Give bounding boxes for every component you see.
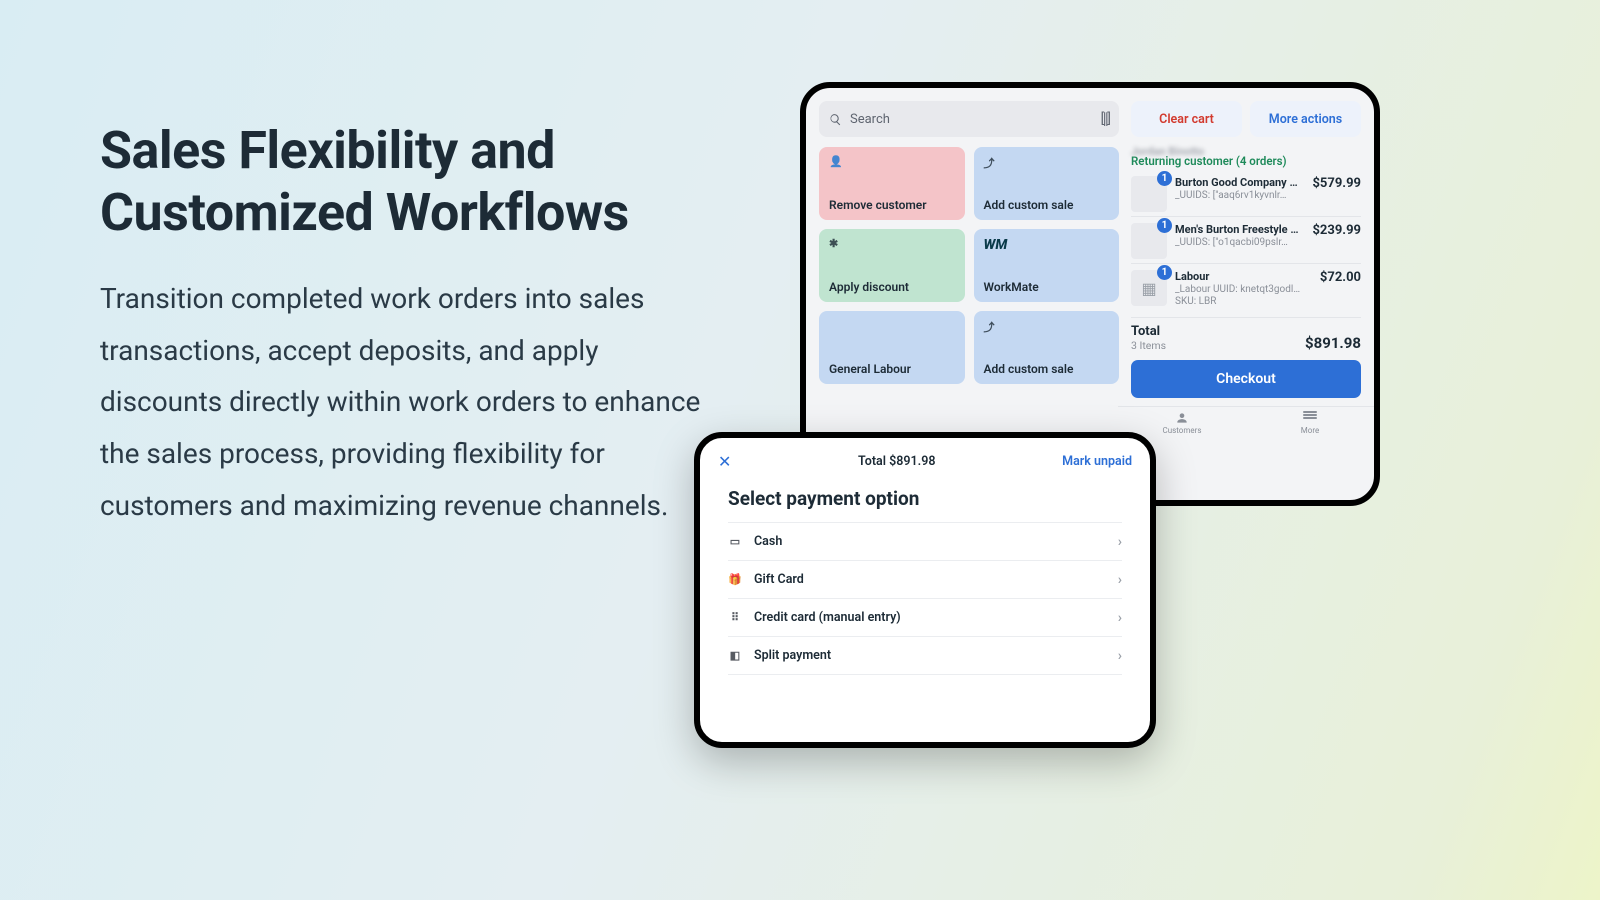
item-info: Burton Good Company Camber…_UUIDS: ["aaq…: [1175, 176, 1304, 202]
action-tiles: 👤 Remove customer ⤴ Add custom sale ✱ Apply d…: [819, 147, 1119, 384]
gift-card-icon: 🎁: [728, 573, 742, 586]
cart-item[interactable]: ▦1Labour_Labour UUID: knetqt3godl…SKU: L…: [1131, 263, 1361, 309]
payment-total: Total $891.98: [858, 454, 935, 469]
upload-icon: ⤴: [984, 319, 1110, 335]
item-uuid: _UUIDS: ["o1qacbi09pslr…: [1175, 237, 1304, 250]
nav-customers[interactable]: Customers: [1118, 411, 1246, 435]
tile-label: Apply discount: [829, 280, 955, 294]
qty-badge: 1: [1157, 171, 1172, 186]
cart-item[interactable]: 1 Burton Good Company Camber…_UUIDS: ["aa…: [1131, 176, 1361, 212]
mark-unpaid-button[interactable]: Mark unpaid: [1062, 454, 1132, 469]
search-input[interactable]: Search [∥]: [819, 101, 1119, 137]
item-uuid: _UUIDS: ["aaq6rv1kyvnlr…: [1175, 190, 1304, 203]
item-price: $579.99: [1312, 176, 1361, 191]
item-price: $239.99: [1312, 223, 1361, 238]
tile-general-labour[interactable]: General Labour: [819, 311, 965, 384]
payment-option-split-payment[interactable]: ◧ Split payment ›: [728, 637, 1122, 675]
split-icon: ◧: [728, 649, 742, 662]
tile-label: Add custom sale: [984, 198, 1110, 212]
total-value: $891.98: [1305, 334, 1361, 352]
hamburger-icon: [1303, 411, 1317, 425]
nav-more[interactable]: More: [1246, 411, 1374, 435]
tile-label: WorkMate: [984, 280, 1110, 294]
item-uuid: _Labour UUID: knetqt3godl…: [1175, 284, 1312, 297]
page-title: Sales Flexibility and Customized Workflo…: [100, 120, 720, 245]
payment-heading: Select payment option: [718, 481, 1132, 522]
item-name: Men's Burton Freestyle Re:Flex S…: [1175, 223, 1304, 237]
item-info: Labour_Labour UUID: knetqt3godl…SKU: LBR: [1175, 270, 1312, 309]
search-placeholder: Search: [850, 112, 1093, 127]
payment-option-gift-card[interactable]: 🎁 Gift Card ›: [728, 561, 1122, 599]
keypad-icon: ⠿: [728, 611, 742, 624]
payment-options-list: ▭ Cash › 🎁 Gift Card › ⠿ Credit card (manual en…: [728, 522, 1122, 675]
checkout-button[interactable]: Checkout: [1131, 360, 1361, 398]
payment-option-label: Gift Card: [754, 572, 1106, 587]
cart-items: 1 Burton Good Company Camber…_UUIDS: ["aa…: [1131, 176, 1361, 309]
payment-option-cash[interactable]: ▭ Cash ›: [728, 523, 1122, 561]
tile-add-custom-sale[interactable]: ⤴ Add custom sale: [974, 147, 1120, 220]
total-label: Total: [1131, 324, 1166, 339]
chevron-right-icon: ›: [1118, 534, 1122, 550]
payment-option-label: Cash: [754, 534, 1106, 549]
customer-name: Jordan Binotto: [1131, 145, 1361, 158]
more-actions-button[interactable]: More actions: [1250, 101, 1361, 137]
tile-remove-customer[interactable]: 👤 Remove customer: [819, 147, 965, 220]
item-info: Men's Burton Freestyle Re:Flex S…_UUIDS:…: [1175, 223, 1304, 249]
upload-icon: ⤴: [984, 155, 1110, 171]
item-name: Labour: [1175, 270, 1312, 284]
tile-apply-discount[interactable]: ✱ Apply discount: [819, 229, 965, 302]
person-icon: [1175, 411, 1189, 425]
chevron-right-icon: ›: [1118, 610, 1122, 626]
cart-item[interactable]: 1Men's Burton Freestyle Re:Flex S…_UUIDS…: [1131, 216, 1361, 259]
tile-label: General Labour: [829, 362, 955, 376]
qty-badge: 1: [1157, 265, 1172, 280]
discount-icon: ✱: [829, 237, 955, 250]
item-thumbnail: ▦1: [1131, 270, 1167, 306]
item-thumbnail: 1: [1131, 176, 1167, 212]
search-icon: [829, 113, 842, 126]
item-sku: SKU: LBR: [1175, 296, 1312, 309]
barcode-icon[interactable]: [∥]: [1101, 111, 1109, 127]
cart-total-row: Total 3 Items $891.98: [1131, 317, 1361, 352]
tile-workmate[interactable]: WM WorkMate: [974, 229, 1120, 302]
tile-label: Remove customer: [829, 198, 955, 212]
cash-icon: ▭: [728, 535, 742, 548]
tile-add-custom-sale[interactable]: ⤴ Add custom sale: [974, 311, 1120, 384]
qty-badge: 1: [1157, 218, 1172, 233]
payment-option-label: Split payment: [754, 648, 1106, 663]
payment-modal: ✕ Total $891.98 Mark unpaid Select payme…: [694, 432, 1156, 748]
workmate-icon: WM: [984, 237, 1110, 253]
close-icon[interactable]: ✕: [718, 452, 731, 471]
item-thumbnail: 1: [1131, 223, 1167, 259]
item-price: $72.00: [1320, 270, 1361, 285]
item-name: Burton Good Company Camber…: [1175, 176, 1304, 190]
clear-cart-button[interactable]: Clear cart: [1131, 101, 1242, 137]
tile-label: Add custom sale: [984, 362, 1110, 376]
person-remove-icon: 👤: [829, 155, 955, 168]
page-body: Transition completed work orders into sa…: [100, 273, 720, 532]
payment-option-credit-card-manual-entry-[interactable]: ⠿ Credit card (manual entry) ›: [728, 599, 1122, 637]
chevron-right-icon: ›: [1118, 572, 1122, 588]
chevron-right-icon: ›: [1118, 648, 1122, 664]
bottom-nav: Customers More: [1118, 406, 1374, 437]
payment-option-label: Credit card (manual entry): [754, 610, 1106, 625]
total-item-count: 3 Items: [1131, 339, 1166, 352]
